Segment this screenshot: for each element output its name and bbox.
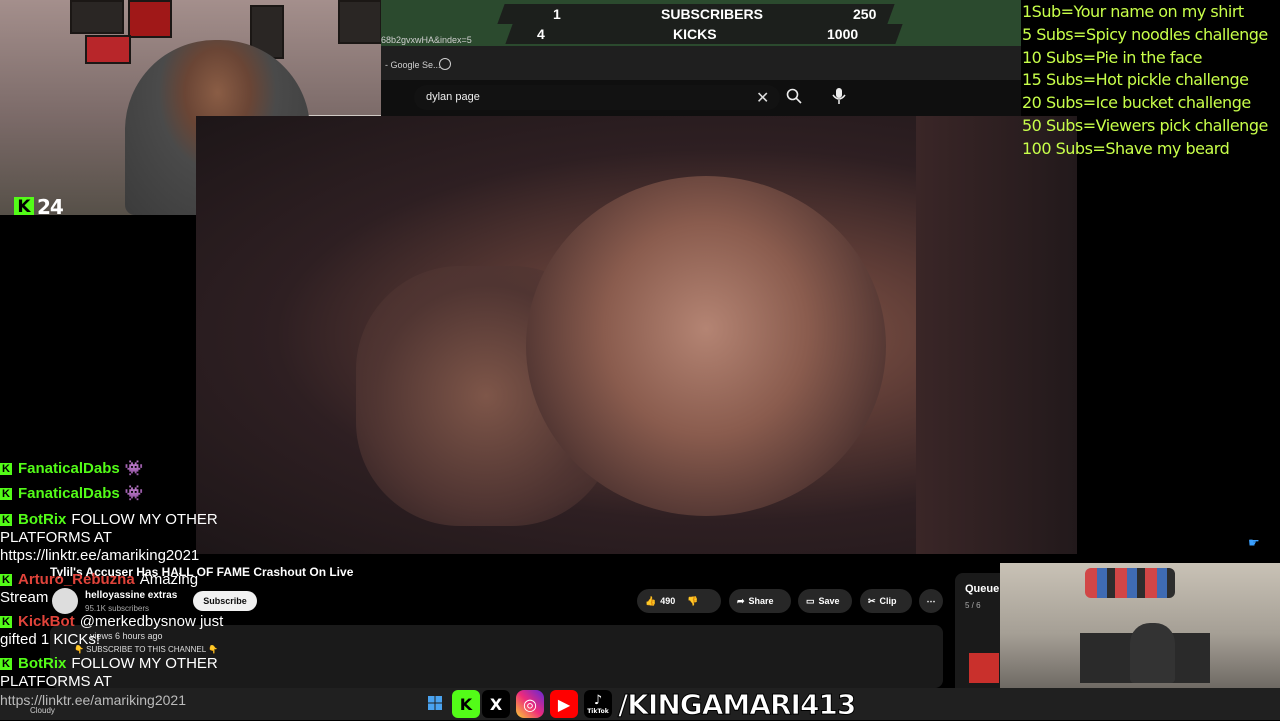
chat-text: 👾	[124, 460, 144, 477]
kick-badge-icon: K	[0, 514, 12, 527]
goal-row-subscribers: 1 SUBSCRIBERS 250	[497, 4, 895, 24]
wall-poster	[338, 0, 381, 44]
queue-title: Queue	[965, 583, 1000, 595]
video-frame-face	[526, 176, 886, 516]
sub-goals-list: 1Sub=Your name on my shirt 5 Subs=Spicy …	[1020, 0, 1280, 160]
kick-badge-icon: K	[0, 658, 12, 671]
microphone-icon[interactable]	[832, 87, 846, 105]
chat-text: FOLLOW MY OTHER	[71, 511, 218, 528]
video-frame-side	[916, 116, 1077, 554]
clip-label: Clip	[879, 596, 897, 606]
scissors-icon: ✂	[868, 595, 876, 606]
sub-goal: 20 Subs=Ice bucket challenge	[1022, 93, 1251, 112]
streamer-handle: /KINGAMARI413	[617, 688, 856, 721]
viewer-counter: K 24	[14, 195, 64, 215]
goal-current: 1	[553, 6, 561, 22]
clip-button[interactable]: ✂ Clip	[860, 589, 912, 613]
share-button[interactable]: ➦ Share	[729, 589, 791, 613]
chat-message: K Arturo_Rebuzna Amazing	[0, 571, 198, 589]
kick-badge-icon: K	[0, 463, 12, 476]
chat-message-continuation: gifted 1 KICKs!	[0, 631, 101, 648]
chat-username: FanaticalDabs	[18, 485, 120, 502]
globe-icon	[439, 58, 451, 70]
chat-text: Amazing	[139, 571, 199, 588]
sub-goal: 1Sub=Your name on my shirt	[1022, 2, 1244, 21]
search-input[interactable]: dylan page ✕	[414, 85, 780, 110]
goal-target: 1000	[827, 26, 859, 42]
share-label: Share	[748, 596, 774, 606]
windows-start-icon[interactable]	[428, 696, 442, 710]
chat-message: K BotRix FOLLOW MY OTHER	[0, 655, 218, 673]
chat-message: K FanaticalDabs 👾	[0, 460, 143, 478]
tiktok-label: TikTok	[587, 708, 609, 715]
seated-person	[1130, 623, 1175, 683]
chat-username: BotRix	[18, 511, 67, 528]
chat-username: Arturo_Rebuzna	[18, 571, 135, 588]
browser-tab-strip: 68b2gvxwHA&index=5 - Google Se...	[381, 35, 1021, 80]
mouse-cursor-icon: ☛	[1248, 535, 1260, 550]
sub-goal: 50 Subs=Viewers pick challenge	[1022, 116, 1268, 135]
kick-badge-icon: K	[0, 616, 12, 629]
queue-count: 5 / 6	[965, 601, 981, 610]
goal-label: SUBSCRIBERS	[661, 6, 763, 22]
chat-text: FOLLOW MY OTHER	[71, 655, 218, 672]
flag-poster	[85, 35, 131, 64]
wall-poster	[70, 0, 124, 34]
share-icon: ➦	[737, 595, 745, 606]
sub-goal: 5 Subs=Spicy noodles challenge	[1022, 25, 1268, 44]
browser-tab[interactable]: - Google Se...	[385, 60, 441, 70]
youtube-logo-icon: ▶	[550, 690, 578, 718]
queue-thumbnail[interactable]	[969, 653, 999, 683]
thumbs-up-icon[interactable]: 👍	[645, 596, 656, 607]
hat-rack	[1085, 568, 1175, 598]
wall-poster	[128, 0, 172, 38]
goal-target: 250	[853, 6, 877, 22]
chat-message-continuation: PLATFORMS AT	[0, 529, 112, 546]
like-count[interactable]: 490	[660, 596, 675, 606]
chat-overlay: K FanaticalDabs 👾 K FanaticalDabs 👾 K BotRix F…	[0, 440, 360, 700]
viewer-count: 24	[37, 195, 64, 215]
chat-message: K KickBot @merkedbysnow just	[0, 613, 223, 631]
more-icon: ⋯	[926, 595, 936, 606]
goal-row-kicks: 4 KICKS 1000	[505, 24, 903, 44]
more-actions-button[interactable]: ⋯	[919, 589, 943, 613]
goal-current: 4	[537, 26, 545, 42]
bookmark-icon: ▭	[806, 595, 815, 606]
chat-text: @merkedbysnow just	[79, 613, 224, 630]
save-label: Save	[818, 596, 840, 606]
kick-logo-icon: K	[14, 197, 34, 215]
x-logo-icon: X	[482, 690, 510, 718]
chat-message-continuation: Stream	[0, 589, 49, 606]
close-icon[interactable]: ✕	[756, 88, 769, 108]
kick-badge-icon: K	[0, 488, 12, 501]
chat-text: 👾	[124, 485, 144, 502]
kick-badge-icon: K	[0, 574, 12, 587]
kick-logo-icon: K	[452, 690, 480, 718]
chat-username: BotRix	[18, 655, 67, 672]
link-text: https://linktr.ee/amariking2021	[0, 692, 186, 708]
like-dislike-group: 👍 490 👎	[637, 589, 721, 613]
thumbs-down-icon[interactable]: 👎	[687, 596, 698, 607]
search-query[interactable]: dylan page	[426, 91, 480, 103]
chat-username: FanaticalDabs	[18, 460, 120, 477]
sub-goal: 15 Subs=Hot pickle challenge	[1022, 70, 1249, 89]
chat-message-continuation: https://linktr.ee/amariking2021	[0, 547, 200, 564]
instagram-icon: ◎	[516, 690, 544, 718]
goal-label: KICKS	[673, 26, 717, 42]
chat-username: KickBot	[18, 613, 75, 630]
goal-banner: 1 SUBSCRIBERS 250 4 KICKS 1000	[381, 0, 1021, 46]
chat-message: K FanaticalDabs 👾	[0, 485, 143, 503]
sub-goal: 100 Subs=Shave my beard	[1022, 139, 1230, 158]
queue-panel[interactable]: Queue 5 / 6	[955, 573, 1000, 688]
url-fragment[interactable]: 68b2gvxwHA&index=5	[381, 35, 472, 45]
search-icon[interactable]	[786, 88, 802, 104]
save-button[interactable]: ▭ Save	[798, 589, 852, 613]
sub-goal: 10 Subs=Pie in the face	[1022, 48, 1202, 67]
tiktok-logo-icon: ♪ TikTok	[584, 690, 612, 718]
chat-message: K BotRix FOLLOW MY OTHER	[0, 511, 218, 529]
youtube-header: dylan page ✕	[381, 80, 1021, 116]
